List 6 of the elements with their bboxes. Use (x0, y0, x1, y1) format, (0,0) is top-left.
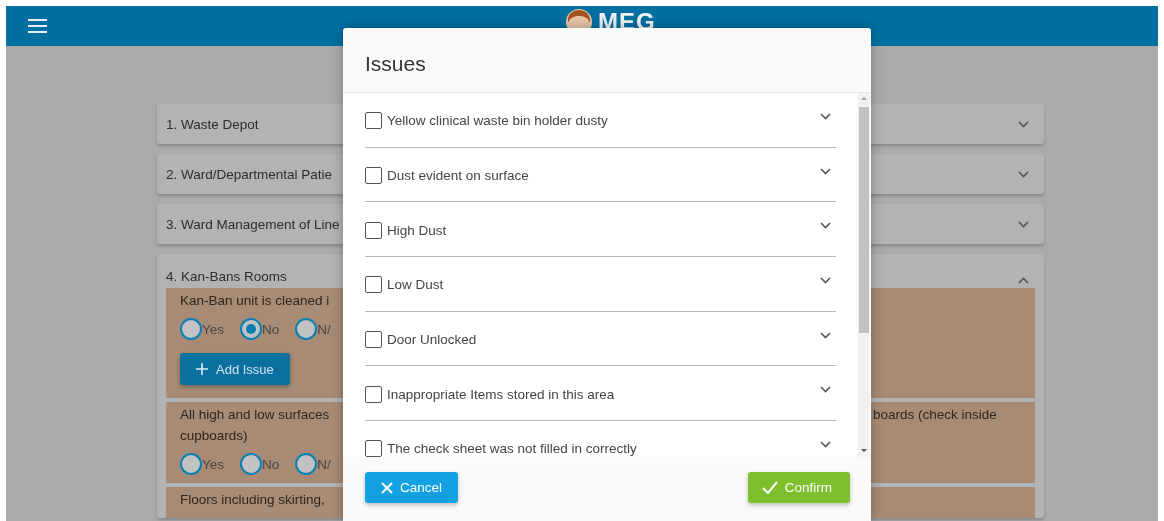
question-text: boards (check inside (873, 407, 997, 422)
question-text: cupboards) (180, 427, 249, 445)
question-text: All high and low surfaces (180, 406, 331, 424)
question-text: Kan-Ban unit is cleaned i (180, 292, 331, 310)
dialog-title: Issues (365, 52, 426, 75)
question-text: Floors including skirting, (180, 491, 326, 509)
